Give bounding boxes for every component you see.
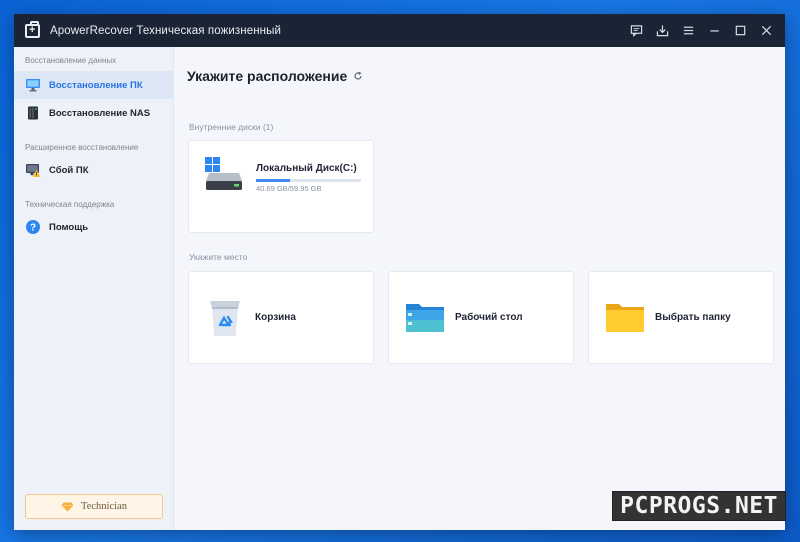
disk-name: Локальный Диск(C:) [256, 163, 357, 174]
disk-info: Локальный Диск(C:) 40.69 GB/59.95 GB [256, 163, 361, 193]
sidebar-section-data-recovery: Восстановление данных [25, 56, 117, 65]
download-icon[interactable] [649, 14, 675, 47]
sidebar-item-label: Помощь [49, 221, 89, 233]
app-window: ApowerRecover Техническая пожизненный Во… [14, 14, 785, 530]
sidebar-section-advanced-recovery: Расширенное восстановление [25, 143, 139, 152]
feedback-icon[interactable] [623, 14, 649, 47]
recycle-bin-icon [210, 301, 240, 336]
desktop-folder-icon [406, 304, 444, 332]
location-card-desktop[interactable]: Рабочий стол [388, 271, 574, 364]
page-title: Укажите расположение [187, 68, 363, 84]
help-icon: ? [25, 219, 41, 235]
disk-size: 40.69 GB/59.95 GB [256, 184, 322, 193]
hard-drive-icon [205, 157, 242, 190]
svg-text:?: ? [30, 223, 36, 234]
app-logo-icon [25, 20, 40, 38]
folder-icon [606, 304, 644, 332]
location-card-recycle-bin[interactable]: Корзина [188, 271, 374, 364]
sidebar-item-pc-crash[interactable]: Сбой ПК [14, 156, 173, 184]
sidebar-section-support: Техническая поддержка [25, 200, 115, 209]
location-label: Рабочий стол [455, 312, 523, 323]
sidebar-item-label: Восстановление ПК [49, 79, 143, 91]
sidebar-item-label: Сбой ПК [49, 164, 89, 176]
menu-icon[interactable] [675, 14, 701, 47]
locations-label: Укажите место [189, 252, 248, 262]
sidebar-item-label: Восстановление NAS [49, 107, 151, 119]
sidebar-item-pc-recovery[interactable]: Восстановление ПК [14, 71, 173, 99]
close-icon[interactable] [753, 14, 779, 47]
monitor-icon [25, 77, 41, 93]
maximize-icon[interactable] [727, 14, 753, 47]
window-title: ApowerRecover Техническая пожизненный [50, 24, 282, 37]
disk-card-c[interactable]: Локальный Диск(C:) 40.69 GB/59.95 GB [188, 140, 374, 233]
technician-label: Technician [81, 501, 127, 512]
gem-icon [61, 502, 74, 511]
window-controls [623, 14, 779, 47]
minimize-icon[interactable] [701, 14, 727, 47]
location-label: Выбрать папку [655, 312, 731, 323]
disk-usage-bar [256, 179, 361, 182]
location-label: Корзина [255, 312, 296, 323]
refresh-icon[interactable] [353, 71, 363, 81]
watermark: PCPROGS.NET [612, 491, 786, 521]
pc-warning-icon [25, 162, 41, 178]
title-bar: ApowerRecover Техническая пожизненный [14, 14, 785, 47]
technician-button[interactable]: Technician [25, 494, 163, 519]
sidebar: Восстановление данных Восстановление ПК … [14, 47, 174, 530]
disk-usage-fill [256, 179, 290, 182]
sidebar-item-help[interactable]: ? Помощь [14, 213, 173, 241]
sidebar-item-nas-recovery[interactable]: Восстановление NAS [14, 99, 173, 127]
internal-disks-label: Внутренние диски (1) [189, 122, 274, 132]
location-card-choose-folder[interactable]: Выбрать папку [588, 271, 774, 364]
main-panel: Укажите расположение Внутренние диски (1… [174, 47, 785, 530]
nas-icon [25, 105, 41, 121]
page-title-text: Укажите расположение [187, 68, 348, 84]
